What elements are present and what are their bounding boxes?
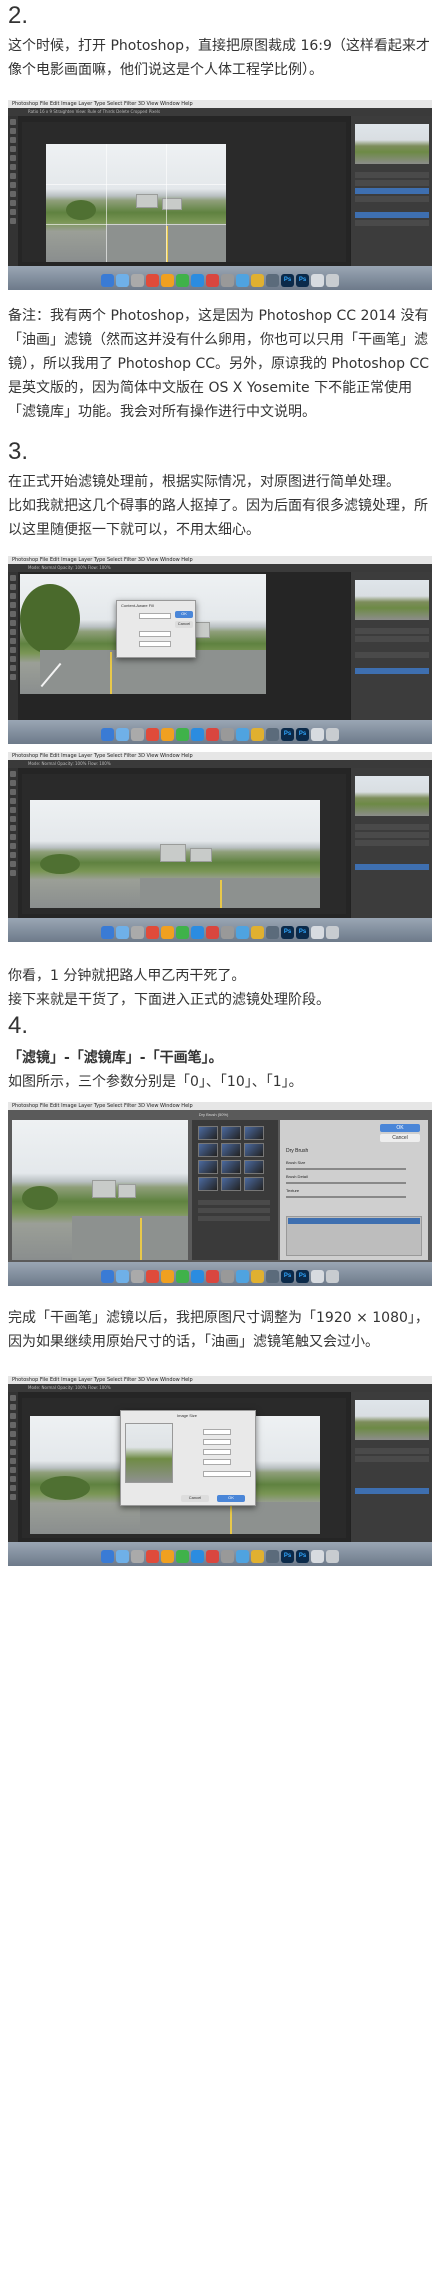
ps-options-bar-5: Mode: Normal Opacity: 100% Flow: 100% <box>8 1384 432 1392</box>
photoshop-dock-icon-3[interactable]: Ps <box>281 728 294 741</box>
fit-to-select[interactable] <box>203 1429 231 1435</box>
height-field[interactable] <box>203 1449 231 1455</box>
contents-select[interactable] <box>139 613 171 619</box>
cancel-button[interactable]: Cancel <box>175 621 193 628</box>
filter-params: 如图所示，三个参数分别是「0」、「10」、「1」。 <box>8 1074 303 1090</box>
section-2-number: 2. <box>8 2 29 29</box>
brush-size-label: Brush Size <box>286 1160 306 1165</box>
ps-right-panel <box>350 116 432 266</box>
ps-menubar-2: Photoshop File Edit Image Layer Type Sel… <box>8 556 432 564</box>
filter-gallery-title: Dry Brush (50%) <box>198 1112 229 1117</box>
screenshot-crop: Photoshop File Edit Image Layer Type Sel… <box>8 100 432 290</box>
photoshop-dock-icon-6[interactable]: Ps <box>296 926 309 939</box>
note-text: 备注：我有两个 Photoshop，这是因为 Photoshop CC 2014… <box>8 304 432 424</box>
filter-gallery-list <box>192 1120 278 1260</box>
ps-menubar-5: Photoshop File Edit Image Layer Type Sel… <box>8 1376 432 1384</box>
after-cleanup-line-1: 你看，1 分钟就把路人甲乙丙干死了。 <box>8 968 246 984</box>
ps-menubar-4: Photoshop File Edit Image Layer Type Sel… <box>8 1102 432 1110</box>
filter-preview <box>12 1120 188 1260</box>
brush-detail-slider[interactable] <box>286 1182 406 1184</box>
image-size-cancel-button[interactable]: Cancel <box>181 1495 209 1502</box>
section-3-text: 在正式开始滤镜处理前，根据实际情况，对原图进行简单处理。 比如我就把这几个碍事的… <box>8 470 432 542</box>
ps-menubar: Photoshop File Edit Image Layer Type Sel… <box>8 100 432 108</box>
ps-options-bar-2: Mode: Normal Opacity: 100% Flow: 100% <box>8 564 432 572</box>
section-3-line-2: 比如我就把这几个碍事的路人抠掉了。因为后面有很多滤镜处理，所以这里随便抠一下就可… <box>8 498 428 538</box>
brush-detail-label: Brush Detail <box>286 1174 308 1179</box>
filter-cancel-button[interactable]: Cancel <box>380 1134 420 1142</box>
section-4-text: 「滤镜」-「滤镜库」-「干画笔」。 如图所示，三个参数分别是「0」、「10」、「… <box>8 1046 432 1094</box>
ps-options-bar: Ratio 16 x 9 Straighten View: Rule of Th… <box>8 108 432 116</box>
section-2-paragraph: 这个时候，打开 Photoshop，直接把原图裁成 16:9（这样看起来才像个电… <box>8 38 430 78</box>
dialog-title: Content-Aware Fill <box>121 603 154 608</box>
photoshop-dock-icon-9[interactable]: Ps <box>281 1550 294 1563</box>
after-cleanup-text: 你看，1 分钟就把路人甲乙丙干死了。 接下来就是干货了，下面进入正式的滤镜处理阶… <box>8 964 432 1012</box>
resolution-field[interactable] <box>203 1459 231 1465</box>
mode-select[interactable] <box>139 631 171 637</box>
section-2-text: 这个时候，打开 Photoshop，直接把原图裁成 16:9（这样看起来才像个电… <box>8 34 432 82</box>
photoshop-dock-icon-5[interactable]: Ps <box>281 926 294 939</box>
photoshop-dock-icon[interactable]: Ps <box>281 274 294 287</box>
photoshop-dock-icon-7[interactable]: Ps <box>281 1270 294 1283</box>
screenshot-filter-gallery: Photoshop File Edit Image Layer Type Sel… <box>8 1102 432 1286</box>
brush-size-slider[interactable] <box>286 1168 406 1170</box>
section-3-line-1: 在正式开始滤镜处理前，根据实际情况，对原图进行简单处理。 <box>8 474 400 490</box>
after-cleanup-line-2: 接下来就是干货了，下面进入正式的滤镜处理阶段。 <box>8 992 330 1008</box>
ps-menubar-3: Photoshop File Edit Image Layer Type Sel… <box>8 752 432 760</box>
content-aware-fill-dialog: Content-Aware Fill OK Cancel <box>116 600 196 658</box>
ok-button[interactable]: OK <box>175 611 193 618</box>
photoshop-dock-icon-10[interactable]: Ps <box>296 1550 309 1563</box>
resample-select[interactable] <box>203 1471 251 1477</box>
resize-paragraph: 完成「干画笔」滤镜以后，我把原图尺寸调整为「1920 × 1080」，因为如果继… <box>8 1310 429 1350</box>
photoshop-dock-icon-8[interactable]: Ps <box>296 1270 309 1283</box>
photoshop-dock-icon-2[interactable]: Ps <box>296 274 309 287</box>
ps-toolbar <box>8 116 18 266</box>
photoshop-dock-icon-4[interactable]: Ps <box>296 728 309 741</box>
photo-cropped <box>46 144 226 262</box>
texture-slider[interactable] <box>286 1196 406 1198</box>
filter-settings-panel: OK Cancel Dry Brush Brush Size Brush Det… <box>280 1120 428 1260</box>
filter-ok-button[interactable]: OK <box>380 1124 420 1132</box>
note-paragraph: 备注：我有两个 Photoshop，这是因为 Photoshop CC 2014… <box>8 308 430 420</box>
opacity-field[interactable] <box>139 641 171 647</box>
image-size-title: Image Size <box>177 1413 198 1418</box>
ps-options-bar-3: Mode: Normal Opacity: 100% Flow: 100% <box>8 760 432 768</box>
image-size-ok-button[interactable]: OK <box>217 1495 245 1502</box>
section-3-number: 3. <box>8 438 29 465</box>
filter-name-select[interactable]: Dry Brush <box>286 1148 308 1154</box>
texture-label: Texture <box>286 1188 300 1193</box>
width-field[interactable] <box>203 1439 231 1445</box>
screenshot-cleaned: Photoshop File Edit Image Layer Type Sel… <box>8 752 432 942</box>
navigator-thumbnail <box>355 124 429 164</box>
image-size-dialog: Image Size OK Cancel <box>120 1410 256 1506</box>
photo-cleaned <box>30 800 320 908</box>
filter-path: 「滤镜」-「滤镜库」-「干画笔」。 <box>8 1050 223 1066</box>
screenshot-content-aware-fill: Photoshop File Edit Image Layer Type Sel… <box>8 556 432 744</box>
mac-dock: Ps Ps <box>8 266 432 290</box>
resize-text: 完成「干画笔」滤镜以后，我把原图尺寸调整为「1920 × 1080」，因为如果继… <box>8 1306 432 1354</box>
image-size-preview <box>125 1423 173 1483</box>
screenshot-image-size: Photoshop File Edit Image Layer Type Sel… <box>8 1376 432 1566</box>
section-4-number: 4. <box>8 1012 29 1039</box>
